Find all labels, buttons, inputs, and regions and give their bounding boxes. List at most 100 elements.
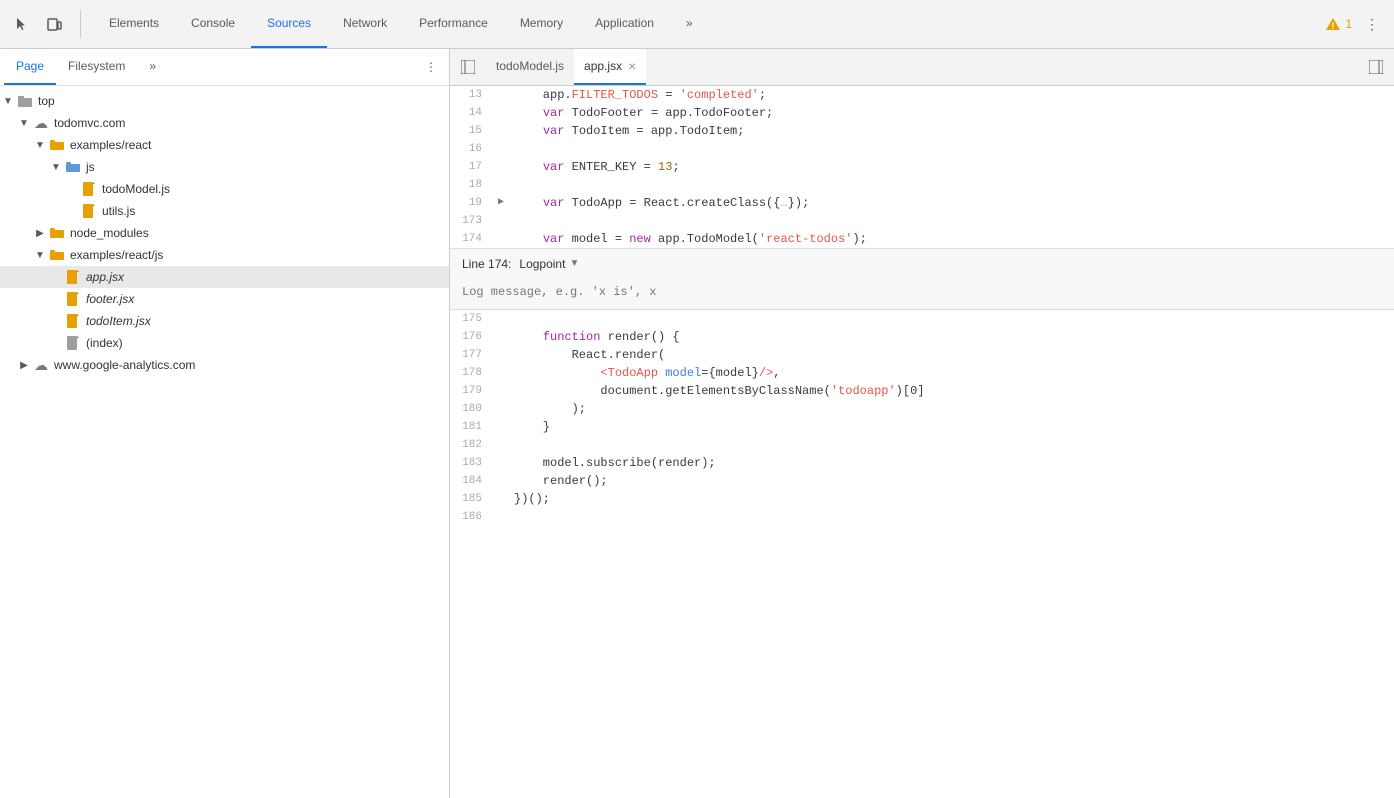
tree-arrow-todomvc: ▼: [16, 118, 32, 129]
file-tab-app-jsx[interactable]: app.jsx ×: [574, 49, 646, 85]
sidebar-tab-more[interactable]: »: [137, 49, 168, 85]
file-tree: ▼ top ▼ ☁ todomvc.com ▼ examples: [0, 86, 449, 798]
main-tabs: Elements Console Sources Network Perform…: [93, 0, 1325, 48]
tree-item-examples-react-js[interactable]: ▼ examples/react/js: [0, 244, 449, 266]
logpoint-type-label: Logpoint: [519, 255, 565, 273]
tree-item-todoitem-jsx[interactable]: todoItem.jsx: [0, 310, 449, 332]
sidebar-options-btn[interactable]: ⋮: [417, 53, 445, 81]
code-line-177: 177 React.render(: [450, 346, 1394, 364]
tree-item-top[interactable]: ▼ top: [0, 90, 449, 112]
code-line-176: 176 function render() {: [450, 328, 1394, 346]
code-line-186: 186: [450, 508, 1394, 526]
logpoint-overlay: Line 174: Logpoint ▼: [450, 248, 1394, 310]
close-app-jsx-btn[interactable]: ×: [628, 59, 636, 73]
code-line-17: 17 var ENTER_KEY = 13;: [450, 158, 1394, 176]
file-icon-todomodel: [80, 182, 98, 196]
tree-item-todomodel[interactable]: todoModel.js: [0, 178, 449, 200]
code-line-19: 19 ▶ var TodoApp = React.createClass({…}…: [450, 194, 1394, 212]
code-scroll-area[interactable]: 13 app.FILTER_TODOS = 'completed'; 14 va…: [450, 86, 1394, 798]
tree-item-google-analytics[interactable]: ▶ ☁ www.google-analytics.com: [0, 354, 449, 376]
tree-arrow-js: ▼: [48, 162, 64, 173]
toggle-right-sidebar-btn[interactable]: [1362, 53, 1390, 81]
file-tabs-right: [1362, 53, 1394, 81]
tree-item-utils[interactable]: utils.js: [0, 200, 449, 222]
device-icon[interactable]: [40, 10, 68, 38]
tree-item-todomvc[interactable]: ▼ ☁ todomvc.com: [0, 112, 449, 134]
logpoint-header: Line 174: Logpoint ▼: [450, 249, 1394, 279]
tree-item-app-jsx[interactable]: app.jsx: [0, 266, 449, 288]
tree-label-node-modules: node_modules: [70, 226, 149, 240]
file-icon-utils: [80, 204, 98, 218]
code-line-185: 185 })();: [450, 490, 1394, 508]
tree-arrow-node-modules: ▶: [32, 228, 48, 239]
sidebar: Page Filesystem » ⋮ ▼ top ▼ ☁ todomvc.co…: [0, 49, 450, 798]
tree-label-examples-react-js: examples/react/js: [70, 248, 163, 262]
tree-item-js[interactable]: ▼ js: [0, 156, 449, 178]
code-line-14: 14 var TodoFooter = app.TodoFooter;: [450, 104, 1394, 122]
code-line-18: 18: [450, 176, 1394, 194]
folder-icon-js: [64, 161, 82, 173]
tab-performance[interactable]: Performance: [403, 0, 504, 48]
tab-console[interactable]: Console: [175, 0, 251, 48]
tab-memory[interactable]: Memory: [504, 0, 579, 48]
code-line-15: 15 var TodoItem = app.TodoItem;: [450, 122, 1394, 140]
svg-text:!: !: [1332, 21, 1335, 31]
file-tabs: todoModel.js app.jsx ×: [450, 49, 1394, 86]
file-icon-app-jsx: [64, 270, 82, 284]
logpoint-type-select[interactable]: Logpoint ▼: [519, 255, 579, 273]
tree-label-js: js: [86, 160, 95, 174]
folder-icon-top: [16, 94, 34, 108]
file-tab-app-jsx-label: app.jsx: [584, 59, 622, 73]
code-line-175: 175: [450, 310, 1394, 328]
file-icon-index: [64, 336, 82, 350]
tree-arrow-google-analytics: ▶: [16, 360, 32, 371]
logpoint-input[interactable]: [462, 283, 1382, 301]
file-icon-todoitem-jsx: [64, 314, 82, 328]
cursor-icon[interactable]: [8, 10, 36, 38]
folder-icon-examples-react-js: [48, 249, 66, 261]
tree-item-index[interactable]: (index): [0, 332, 449, 354]
code-line-174: 174 var model = new app.TodoModel('react…: [450, 230, 1394, 248]
warning-badge[interactable]: ! 1: [1325, 16, 1352, 32]
tab-more[interactable]: »: [670, 0, 709, 48]
tree-label-app-jsx: app.jsx: [86, 270, 124, 284]
tree-label-google-analytics: www.google-analytics.com: [54, 358, 195, 372]
tree-arrow-top: ▼: [0, 96, 16, 107]
code-editor[interactable]: 13 app.FILTER_TODOS = 'completed'; 14 va…: [450, 86, 1394, 798]
code-line-181: 181 }: [450, 418, 1394, 436]
tree-label-top: top: [38, 94, 55, 108]
code-line-180: 180 );: [450, 400, 1394, 418]
more-icon[interactable]: ⋮: [1358, 10, 1386, 38]
code-line-184: 184 render();: [450, 472, 1394, 490]
main-layout: Page Filesystem » ⋮ ▼ top ▼ ☁ todomvc.co…: [0, 49, 1394, 798]
tree-label-examples-react: examples/react: [70, 138, 151, 152]
tree-item-footer-jsx[interactable]: footer.jsx: [0, 288, 449, 310]
devtools-icons: [8, 10, 81, 38]
file-tab-todomodel[interactable]: todoModel.js: [486, 49, 574, 85]
file-icon-footer-jsx: [64, 292, 82, 306]
tab-sources[interactable]: Sources: [251, 0, 327, 48]
tab-elements[interactable]: Elements: [93, 0, 175, 48]
sidebar-tab-page[interactable]: Page: [4, 49, 56, 85]
tree-label-todomodel: todoModel.js: [102, 182, 170, 196]
tab-application[interactable]: Application: [579, 0, 670, 48]
code-line-13: 13 app.FILTER_TODOS = 'completed';: [450, 86, 1394, 104]
tree-item-examples-react[interactable]: ▼ examples/react: [0, 134, 449, 156]
tree-item-node-modules[interactable]: ▶ node_modules: [0, 222, 449, 244]
sidebar-tabbar: Page Filesystem » ⋮: [0, 49, 449, 86]
code-line-182: 182: [450, 436, 1394, 454]
cloud-icon-google-analytics: ☁: [32, 357, 50, 374]
content-area: todoModel.js app.jsx × 13 app.FILTER_TOD…: [450, 49, 1394, 798]
tab-network[interactable]: Network: [327, 0, 403, 48]
folder-icon-examples-react: [48, 139, 66, 151]
collapse-sidebar-btn[interactable]: [454, 53, 482, 81]
code-line-179: 179 document.getElementsByClassName('tod…: [450, 382, 1394, 400]
code-line-173: 173: [450, 212, 1394, 230]
warning-count: 1: [1345, 17, 1352, 31]
code-line-16: 16: [450, 140, 1394, 158]
tree-arrow-examples-react: ▼: [32, 140, 48, 151]
file-tab-todomodel-label: todoModel.js: [496, 59, 564, 73]
tree-label-todoitem-jsx: todoItem.jsx: [86, 314, 151, 328]
cloud-icon-todomvc: ☁: [32, 115, 50, 132]
sidebar-tab-filesystem[interactable]: Filesystem: [56, 49, 137, 85]
